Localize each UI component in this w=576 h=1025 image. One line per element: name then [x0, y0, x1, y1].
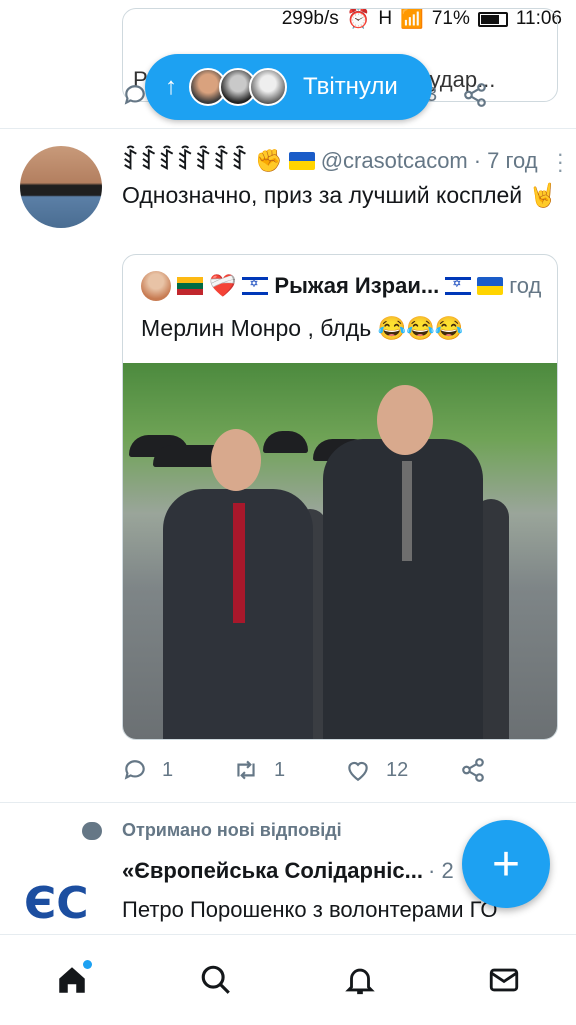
- nav-messages[interactable]: [474, 950, 534, 1010]
- tweet-actions: 1 1 12: [122, 754, 562, 786]
- pill-avatars: [189, 68, 287, 106]
- separator: ·: [473, 147, 482, 173]
- author-name[interactable]: ꆎꆎꆎꆎꆎꆎꆎ: [122, 146, 249, 175]
- notification-date: · 2: [428, 858, 454, 883]
- heart-emoji: ❤️‍🩹: [209, 273, 237, 298]
- nav-search[interactable]: [186, 950, 246, 1010]
- new-tweets-pill[interactable]: ↑ Твітнули: [145, 54, 432, 120]
- es-logo[interactable]: ЄС: [24, 878, 98, 929]
- author-handle[interactable]: @crasotcacom: [321, 148, 468, 174]
- nav-notifications[interactable]: [330, 950, 390, 1010]
- like-count: 12: [386, 758, 409, 781]
- notification-title: Отримано нові відповіді: [122, 820, 342, 840]
- tweet-header: ꆎꆎꆎꆎꆎꆎꆎ ✊ @crasotcacom · 7 год: [122, 146, 562, 175]
- bottom-navigation: [0, 934, 576, 1025]
- tweet-date: 7 год: [487, 147, 538, 173]
- like-button[interactable]: 12: [344, 757, 460, 783]
- person-right-head: [377, 385, 433, 455]
- quoted-photo[interactable]: [123, 363, 557, 739]
- retweet-count: 1: [274, 758, 286, 781]
- quoted-tweet[interactable]: ❤️‍🩹 Рыжая Израи... год Мерлин Монро , б…: [122, 254, 558, 740]
- share-icon[interactable]: [462, 82, 488, 108]
- logo-text: ЄС: [24, 878, 89, 929]
- notification-author-name[interactable]: «Європейська Солідарніс...: [122, 858, 423, 884]
- umbrella: [263, 431, 308, 453]
- israel-flag-icon: [242, 277, 269, 295]
- bell-icon: [345, 968, 375, 995]
- reply-count: 1: [162, 758, 174, 781]
- compose-tweet-button[interactable]: +: [462, 820, 550, 908]
- more-options-icon[interactable]: · · ·: [557, 143, 564, 181]
- envelope-icon: [489, 968, 519, 992]
- share-button[interactable]: [460, 757, 486, 783]
- quoted-text: Мерлин Монро , блдь 😂😂😂: [141, 315, 464, 341]
- unread-dot: [83, 960, 92, 969]
- avatar: [141, 271, 171, 301]
- nav-home[interactable]: [42, 950, 102, 1010]
- tweet-text: Однозначно, приз за лучший косплей 🤘: [122, 182, 558, 208]
- search-icon: [201, 965, 230, 994]
- retweet-icon: [237, 760, 255, 780]
- heart-icon: [348, 761, 368, 782]
- reply-icon: [124, 760, 145, 780]
- arrow-up-icon: ↑: [165, 73, 177, 100]
- plus-icon: +: [491, 837, 521, 891]
- ukraine-flag-icon: [477, 277, 504, 295]
- reply-button[interactable]: 1: [122, 757, 232, 783]
- grey-tie: [402, 461, 412, 561]
- quoted-header: ❤️‍🩹 Рыжая Израи... год: [141, 271, 541, 301]
- share-icon: [462, 758, 484, 782]
- quoted-author-name: Рыжая Израи...: [274, 273, 440, 298]
- person-left-head: [211, 429, 261, 491]
- pill-label: Твітнули: [303, 73, 398, 100]
- ukraine-flag-icon: [288, 151, 315, 170]
- tweet[interactable]: ꆎꆎꆎꆎꆎꆎꆎ ✊ @crasotcacom · 7 год · · · Одноз…: [0, 128, 576, 802]
- fist-emoji: ✊: [255, 147, 283, 173]
- avatar[interactable]: [20, 146, 102, 228]
- red-tie: [233, 503, 245, 623]
- retweet-button[interactable]: 1: [232, 757, 344, 783]
- quoted-date: год: [509, 273, 542, 298]
- avatar: [249, 68, 287, 106]
- israel-flag-icon: [445, 277, 472, 295]
- lithuania-flag-icon: [177, 277, 203, 295]
- speech-bubble-icon: [82, 822, 102, 840]
